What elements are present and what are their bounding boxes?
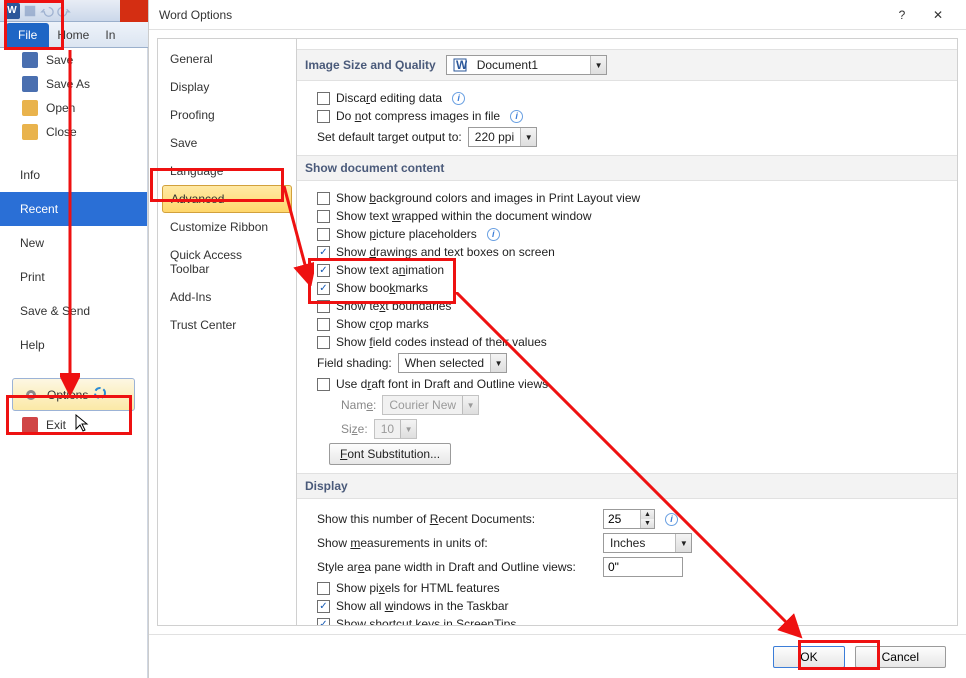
show-text-boundaries-option[interactable]: Show text boundaries <box>307 297 939 315</box>
mouse-cursor-icon <box>75 414 91 434</box>
nav-quick-access-toolbar[interactable]: Quick Access Toolbar <box>158 241 296 283</box>
show-text-animation-option[interactable]: Show text animation <box>307 261 939 279</box>
measurement-units-combo[interactable]: Inches▼ <box>603 533 692 553</box>
chevron-down-icon: ▼ <box>675 534 691 552</box>
draft-font-name-row: Name: Courier New▼ <box>307 393 939 417</box>
nav-language[interactable]: Language <box>158 157 296 185</box>
info-icon[interactable] <box>452 92 465 105</box>
backstage-save-as[interactable]: Save As <box>0 72 147 96</box>
discard-editing-data-option[interactable]: Discard editing data <box>307 89 939 107</box>
word-doc-icon: W <box>453 58 467 72</box>
chevron-down-icon: ▼ <box>590 56 606 74</box>
options-content-panel: Image Size and Quality WDocument1 ▼ Disc… <box>297 38 958 626</box>
save-as-icon <box>22 76 38 92</box>
nav-general[interactable]: General <box>158 45 296 73</box>
qat-save-icon[interactable] <box>23 4 37 18</box>
show-all-windows-taskbar-option[interactable]: Show all windows in the Taskbar <box>307 597 939 615</box>
qat-undo-icon[interactable] <box>40 4 54 18</box>
spin-down-icon[interactable]: ▼ <box>640 519 654 528</box>
spin-up-icon[interactable]: ▲ <box>640 510 654 519</box>
insert-tab-partial[interactable]: In <box>97 23 123 47</box>
nav-display[interactable]: Display <box>158 73 296 101</box>
chevron-down-icon: ▼ <box>400 420 416 438</box>
ribbon-cutoff <box>120 0 148 22</box>
exit-icon <box>22 417 38 433</box>
close-folder-icon <box>22 124 38 140</box>
home-tab[interactable]: Home <box>49 23 97 47</box>
word-app-icon: W <box>4 3 20 19</box>
backstage-nav: Save Save As Open Close Info Recent New … <box>0 48 148 678</box>
ok-button[interactable]: OK <box>773 646 844 668</box>
info-icon[interactable] <box>665 513 678 526</box>
show-crop-marks-option[interactable]: Show crop marks <box>307 315 939 333</box>
dialog-help-button[interactable]: ? <box>884 0 920 30</box>
draft-font-name-combo: Courier New▼ <box>382 395 479 415</box>
options-gear-icon <box>23 387 39 403</box>
section-show-document-content: Show document content <box>297 155 957 181</box>
nav-trust-center[interactable]: Trust Center <box>158 311 296 339</box>
dialog-title: Word Options <box>159 8 232 22</box>
dialog-close-button[interactable]: ✕ <box>920 0 956 30</box>
default-target-output-row: Set default target output to: 220 ppi▼ <box>307 125 939 149</box>
backstage-save[interactable]: Save <box>0 48 147 72</box>
style-area-width-input[interactable] <box>603 557 683 577</box>
show-bookmarks-option[interactable]: Show bookmarks <box>307 279 939 297</box>
ribbon-tabs: File Home In <box>0 22 148 48</box>
dialog-footer: OK Cancel <box>149 634 966 678</box>
show-pixels-html-option[interactable]: Show pixels for HTML features <box>307 579 939 597</box>
nav-advanced[interactable]: Advanced <box>162 185 292 213</box>
backstage-new[interactable]: New <box>0 226 147 260</box>
qat-redo-icon[interactable] <box>57 4 71 18</box>
chevron-down-icon: ▼ <box>462 396 478 414</box>
info-icon[interactable] <box>487 228 500 241</box>
backstage-options[interactable]: Options <box>12 378 135 411</box>
recent-documents-row: Show this number of Recent Documents: ▲▼ <box>307 507 939 531</box>
show-shortcut-keys-option[interactable]: Show shortcut keys in ScreenTips <box>307 615 939 625</box>
field-shading-row: Field shading: When selected▼ <box>307 351 939 375</box>
file-tab[interactable]: File <box>6 23 49 47</box>
nav-add-ins[interactable]: Add-Ins <box>158 283 296 311</box>
options-category-list: General Display Proofing Save Language A… <box>157 38 297 626</box>
backstage-help[interactable]: Help <box>0 328 147 362</box>
chevron-down-icon: ▼ <box>490 354 506 372</box>
show-drawings-option[interactable]: Show drawings and text boxes on screen <box>307 243 939 261</box>
nav-proofing[interactable]: Proofing <box>158 101 296 129</box>
info-icon[interactable] <box>510 110 523 123</box>
ppi-combo[interactable]: 220 ppi▼ <box>468 127 537 147</box>
use-draft-font-option[interactable]: Use draft font in Draft and Outline view… <box>307 375 939 393</box>
backstage-print[interactable]: Print <box>0 260 147 294</box>
chevron-down-icon: ▼ <box>520 128 536 146</box>
backstage-close[interactable]: Close <box>0 120 147 144</box>
dialog-titlebar: Word Options ? ✕ <box>149 0 966 30</box>
word-options-dialog: Word Options ? ✕ General Display Proofin… <box>148 0 966 678</box>
show-field-codes-option[interactable]: Show field codes instead of their values <box>307 333 939 351</box>
backstage-open[interactable]: Open <box>0 96 147 120</box>
recent-documents-spinner[interactable]: ▲▼ <box>603 509 655 529</box>
save-icon <box>22 52 38 68</box>
backstage-exit[interactable]: Exit <box>0 413 147 437</box>
options-scroll-area[interactable]: Image Size and Quality WDocument1 ▼ Disc… <box>297 39 957 625</box>
backstage-recent[interactable]: Recent <box>0 192 147 226</box>
nav-customize-ribbon[interactable]: Customize Ribbon <box>158 213 296 241</box>
draft-font-size-combo: 10▼ <box>374 419 417 439</box>
section-image-size-quality: Image Size and Quality WDocument1 ▼ <box>297 49 957 81</box>
cancel-button[interactable]: Cancel <box>855 646 946 668</box>
measurements-units-row: Show measurements in units of: Inches▼ <box>307 531 939 555</box>
do-not-compress-option[interactable]: Do not compress images in file <box>307 107 939 125</box>
draft-font-size-row: Size: 10▼ <box>307 417 939 441</box>
font-substitution-button[interactable]: Font Substitution... <box>329 443 451 465</box>
image-quality-document-combo[interactable]: WDocument1 ▼ <box>446 55 607 75</box>
section-display: Display <box>297 473 957 499</box>
show-text-wrapped-option[interactable]: Show text wrapped within the document wi… <box>307 207 939 225</box>
nav-save[interactable]: Save <box>158 129 296 157</box>
backstage-save-send[interactable]: Save & Send <box>0 294 147 328</box>
open-icon <box>22 100 38 116</box>
backstage-info[interactable]: Info <box>0 158 147 192</box>
style-area-width-row: Style area pane width in Draft and Outli… <box>307 555 939 579</box>
cursor-busy-icon <box>92 385 108 404</box>
field-shading-combo[interactable]: When selected▼ <box>398 353 507 373</box>
svg-text:W: W <box>456 58 467 72</box>
show-picture-placeholders-option[interactable]: Show picture placeholders <box>307 225 939 243</box>
show-bg-colors-option[interactable]: Show background colors and images in Pri… <box>307 189 939 207</box>
